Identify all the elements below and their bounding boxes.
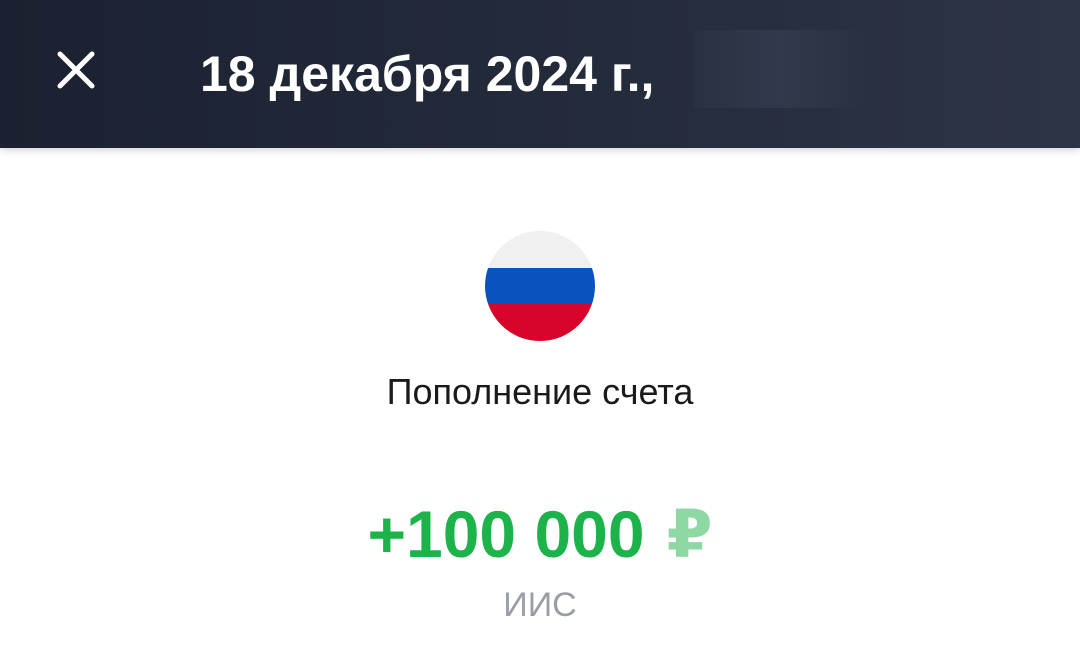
account-label: ИИС <box>503 586 577 624</box>
operation-title: Пополнение счета <box>386 371 694 412</box>
header-bar: 18 декабря 2024 г., <box>0 0 1080 148</box>
amount-value: +100 000 <box>367 497 645 571</box>
redacted-time <box>694 30 862 108</box>
page-title: 18 декабря 2024 г., <box>200 46 655 102</box>
close-icon <box>48 42 104 98</box>
russia-flag-icon <box>485 231 595 341</box>
amount: +100 000 ₽ <box>0 496 1080 572</box>
close-button[interactable] <box>48 42 104 98</box>
currency-symbol: ₽ <box>666 497 713 571</box>
